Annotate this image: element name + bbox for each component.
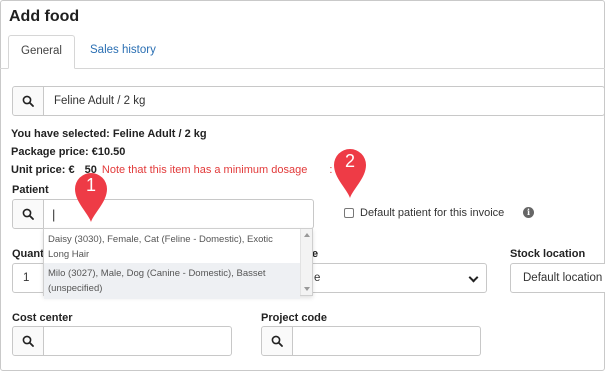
middle-select[interactable]: e — [305, 263, 487, 293]
default-patient-checkbox[interactable] — [344, 208, 354, 218]
patient-option[interactable]: Milo (3027), Male, Dog (Canine - Domesti… — [44, 263, 300, 299]
stock-location-value: Default location — [523, 272, 603, 284]
search-icon — [262, 327, 293, 355]
package-price-text: Package price: €10.50 — [11, 146, 126, 158]
patient-input-value: | — [52, 206, 56, 222]
middle-select-value: e — [314, 272, 321, 284]
patient-option[interactable]: Daisy (3030), Female, Cat (Feline - Dome… — [44, 229, 300, 265]
page-title: Add food — [9, 8, 80, 25]
callout-number: 2 — [344, 151, 355, 171]
dropdown-scrollbar[interactable] — [300, 229, 312, 295]
scroll-down-icon[interactable] — [304, 287, 310, 291]
info-icon[interactable]: i — [523, 207, 534, 218]
min-dosage-note: Note that this item has a minimum dosage… — [101, 164, 345, 176]
chevron-down-icon — [468, 272, 479, 283]
cost-center-label: Cost center — [12, 312, 73, 324]
selected-product-text: You have selected: Feline Adult / 2 kg — [11, 128, 207, 140]
patient-dropdown: Daisy (3030), Female, Cat (Feline - Dome… — [43, 228, 313, 299]
scroll-up-icon[interactable] — [304, 233, 310, 237]
callout-marker-2: 2 — [330, 145, 370, 199]
search-icon — [13, 87, 44, 115]
search-icon — [13, 200, 44, 228]
cost-center-field[interactable] — [12, 326, 232, 356]
tab-general[interactable]: General — [8, 35, 75, 69]
search-icon — [13, 327, 44, 355]
default-patient-label: Default patient for this invoice — [360, 207, 505, 219]
quantity-label: Quant — [12, 248, 44, 260]
unit-price-prefix: Unit price: € — [11, 164, 75, 176]
project-code-field[interactable] — [261, 326, 481, 356]
tab-divider — [0, 68, 605, 69]
stock-location-label: Stock location — [510, 248, 586, 260]
cost-center-value — [44, 327, 54, 355]
callout-number: 1 — [85, 175, 96, 195]
stock-location-select[interactable]: Default location — [510, 263, 605, 293]
product-search-field[interactable]: Feline Adult / 2 kg — [12, 86, 605, 116]
patient-search-field[interactable]: | — [12, 199, 314, 229]
unit-price-line: Unit price: €50 Note that this item has … — [11, 164, 345, 176]
product-search-value: Feline Adult / 2 kg — [54, 95, 146, 107]
callout-marker-1: 1 — [71, 169, 111, 223]
project-code-value — [293, 327, 303, 355]
patient-label: Patient — [12, 184, 49, 196]
tab-sales-history[interactable]: Sales history — [78, 35, 168, 69]
project-code-label: Project code — [261, 312, 328, 324]
